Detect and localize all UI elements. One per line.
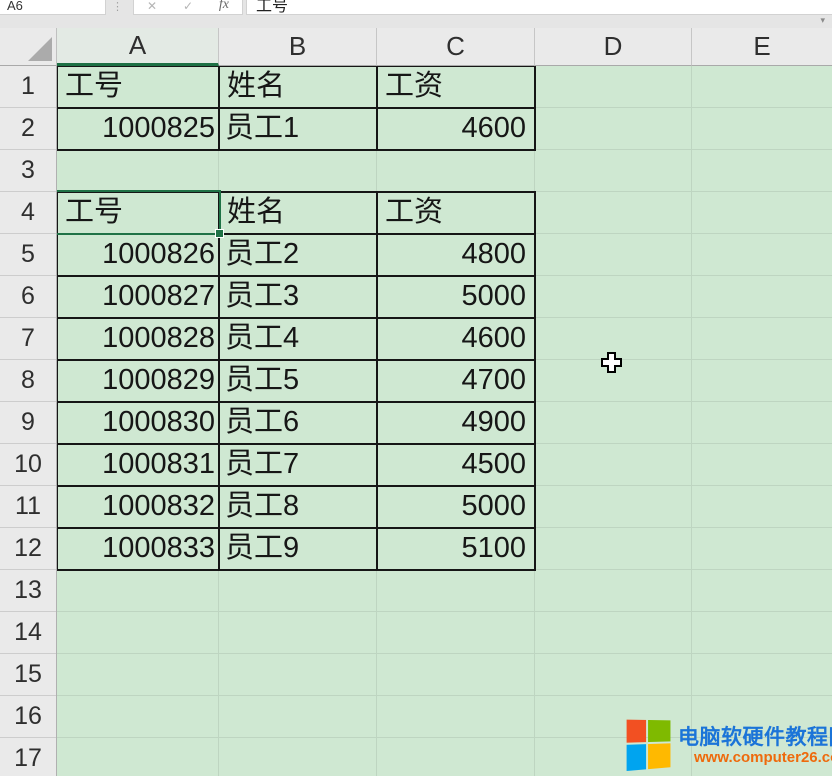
row-header[interactable]: 14	[0, 612, 56, 654]
cell-employee-id[interactable]: 1000827	[58, 277, 220, 319]
row-header[interactable]: 5	[0, 234, 56, 276]
cell-employee-name[interactable]: 员工8	[220, 487, 378, 529]
table-row: 1000831 员工7 4500	[58, 445, 536, 487]
cell-employee-name[interactable]: 员工3	[220, 277, 378, 319]
column-header[interactable]: B	[219, 28, 377, 66]
cell-employee-name[interactable]: 员工5	[220, 361, 378, 403]
cell-employee-id[interactable]: 1000826	[58, 235, 220, 277]
cell-employee-name[interactable]: 员工4	[220, 319, 378, 361]
row-header[interactable]: 11	[0, 486, 56, 528]
row-header[interactable]: 15	[0, 654, 56, 696]
name-box-dropdown-icon[interactable]: ▾	[820, 15, 825, 26]
row-headers: 1234567891011121314151617	[0, 66, 57, 776]
watermark: 电脑软硬件教程网 www.computer26.com	[624, 716, 832, 774]
table-row: 1000832 员工8 5000	[58, 487, 536, 529]
formula-buttons: ✕ ✓ fx	[133, 0, 243, 15]
cell-employee-name[interactable]: 员工9	[220, 529, 378, 571]
logo-square-blue	[627, 744, 646, 771]
row-header[interactable]: 13	[0, 570, 56, 612]
table-row: 1000826 员工2 4800	[58, 235, 536, 277]
cell-salary[interactable]: 4700	[378, 361, 536, 403]
column-header[interactable]: A	[57, 28, 219, 66]
header-cell[interactable]: 工号	[58, 67, 220, 109]
cell-employee-id[interactable]: 1000825	[58, 109, 220, 151]
table-2-body: 1000826 员工2 4800 1000827 员工3 5000 100082…	[58, 235, 536, 571]
row-header[interactable]: 12	[0, 528, 56, 570]
table-row: 1000830 员工6 4900	[58, 403, 536, 445]
cell-employee-name[interactable]: 员工2	[220, 235, 378, 277]
cell-employee-id[interactable]: 1000832	[58, 487, 220, 529]
row-header[interactable]: 10	[0, 444, 56, 486]
selection-outline	[55, 190, 221, 235]
site-url: www.computer26.com	[694, 749, 832, 766]
site-name: 电脑软硬件教程网	[678, 721, 832, 751]
cell-employee-id[interactable]: 1000833	[58, 529, 220, 571]
header-cell[interactable]: 工资	[378, 193, 536, 235]
table-row: 1000827 员工3 5000	[58, 277, 536, 319]
table-1: 工号姓名工资 1000825 员工1 4600	[56, 65, 536, 151]
cell-employee-id[interactable]: 1000829	[58, 361, 220, 403]
enter-icon[interactable]: ✓	[183, 0, 193, 13]
header-cell[interactable]: 工资	[378, 67, 536, 109]
row-header[interactable]: 17	[0, 738, 56, 776]
column-header[interactable]: D	[535, 28, 692, 66]
formula-bar-strip: A6 ▾ ⋮ ✕ ✓ fx 工号	[0, 0, 832, 28]
table-row: 1000833 员工9 5100	[58, 529, 536, 571]
column-header[interactable]: E	[692, 28, 832, 66]
table-2: 工号姓名工资 1000826 员工2 4800 1000827 员工3 5000…	[56, 191, 536, 571]
drag-handle-dots-icon[interactable]: ⋮	[112, 0, 123, 15]
table-row: 1000828 员工4 4600	[58, 319, 536, 361]
fill-handle[interactable]	[215, 229, 224, 238]
cell-employee-name[interactable]: 员工7	[220, 445, 378, 487]
row-header[interactable]: 1	[0, 66, 56, 108]
table-row: 1000825 员工1 4600	[58, 109, 536, 151]
cancel-icon[interactable]: ✕	[147, 0, 157, 13]
cell-employee-id[interactable]: 1000828	[58, 319, 220, 361]
cell-salary[interactable]: 4900	[378, 403, 536, 445]
logo-square-green	[648, 720, 670, 742]
name-box[interactable]: A6	[0, 0, 106, 15]
logo-square-yellow	[648, 743, 670, 769]
column-header-band: ABCDE	[0, 28, 832, 66]
cell-salary[interactable]: 4800	[378, 235, 536, 277]
gridline-vertical	[691, 66, 692, 776]
cell-salary[interactable]: 4600	[378, 109, 536, 151]
table-1-header-row: 工号姓名工资	[58, 67, 536, 109]
formula-value: 工号	[256, 0, 288, 14]
row-header[interactable]: 16	[0, 696, 56, 738]
cell-employee-id[interactable]: 1000830	[58, 403, 220, 445]
name-box-value: A6	[7, 0, 23, 13]
row-header[interactable]: 9	[0, 402, 56, 444]
row-header[interactable]: 4	[0, 192, 56, 234]
row-header[interactable]: 6	[0, 276, 56, 318]
cell-employee-id[interactable]: 1000831	[58, 445, 220, 487]
column-headers: ABCDE	[57, 28, 832, 66]
header-cell[interactable]: 姓名	[220, 193, 378, 235]
cell-salary[interactable]: 4500	[378, 445, 536, 487]
logo-square-red	[627, 720, 646, 743]
table-1-body: 1000825 员工1 4600	[58, 109, 536, 151]
windows-flag-logo-icon	[627, 720, 672, 772]
row-header[interactable]: 2	[0, 108, 56, 150]
select-all-triangle-icon	[28, 37, 52, 61]
cell-salary[interactable]: 5000	[378, 277, 536, 319]
column-header[interactable]: C	[377, 28, 535, 66]
cell-salary[interactable]: 5000	[378, 487, 536, 529]
header-cell[interactable]: 姓名	[220, 67, 378, 109]
cell-salary[interactable]: 5100	[378, 529, 536, 571]
cell-cursor-icon	[601, 352, 622, 378]
row-header[interactable]: 7	[0, 318, 56, 360]
row-header[interactable]: 8	[0, 360, 56, 402]
cell-employee-name[interactable]: 员工1	[220, 109, 378, 151]
insert-function-icon[interactable]: fx	[219, 0, 229, 13]
cell-employee-name[interactable]: 员工6	[220, 403, 378, 445]
formula-input[interactable]: 工号	[246, 0, 832, 15]
cell-salary[interactable]: 4600	[378, 319, 536, 361]
row-header[interactable]: 3	[0, 150, 56, 192]
table-row: 1000829 员工5 4700	[58, 361, 536, 403]
select-all-corner[interactable]	[0, 28, 57, 66]
